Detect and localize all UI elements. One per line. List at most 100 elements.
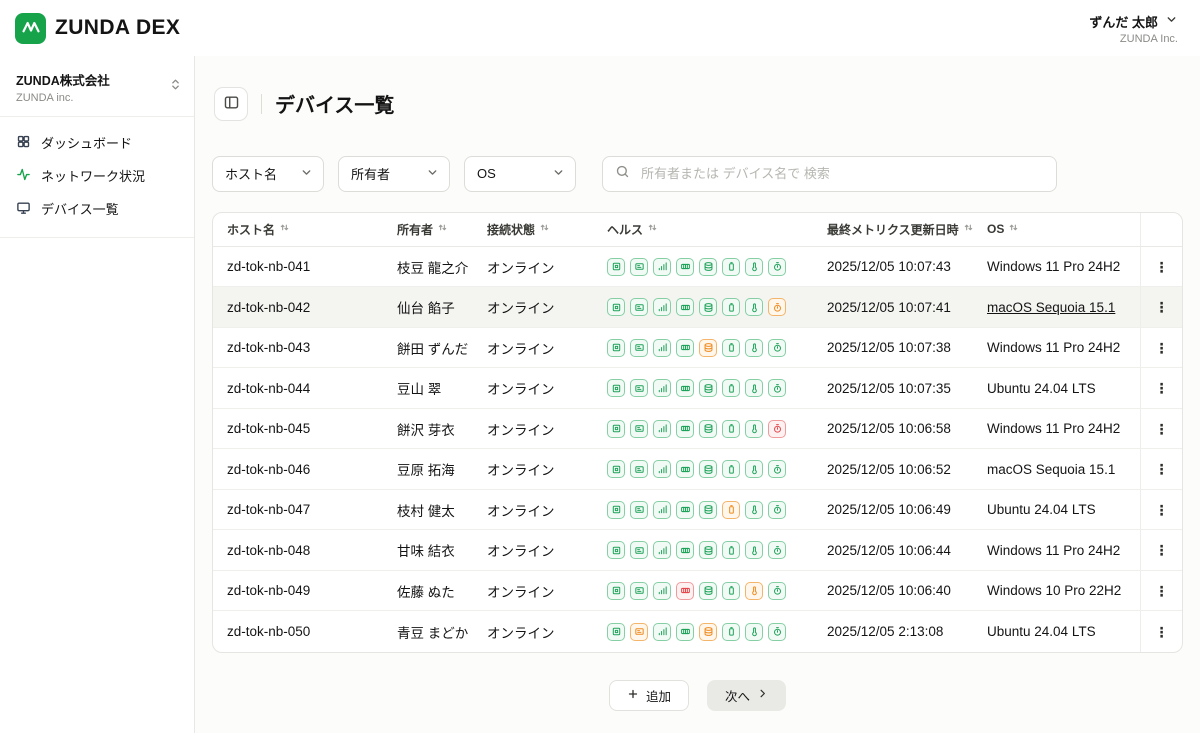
os-cell[interactable]: macOS Sequoia 15.1 xyxy=(987,287,1140,327)
sidebar-item-dashboard[interactable]: ダッシュボード xyxy=(0,126,194,159)
status-cell: オンライン xyxy=(487,490,607,530)
row-menu-button[interactable]: ⋮ xyxy=(1140,530,1182,570)
health-cell xyxy=(607,287,827,327)
dashboard-icon xyxy=(16,137,31,152)
org-switcher[interactable]: ZUNDA株式会社 ZUNDA inc. xyxy=(0,66,194,116)
header-divider xyxy=(261,94,262,114)
column-header[interactable]: ヘルス xyxy=(607,213,827,246)
uptime-health-icon xyxy=(768,541,786,559)
os-cell: Windows 11 Pro 24H2 xyxy=(987,530,1140,570)
sidebar-item-devices[interactable]: デバイス一覧 xyxy=(0,192,194,225)
board-health-icon xyxy=(630,258,648,276)
os-cell: Windows 10 Pro 22H2 xyxy=(987,571,1140,611)
column-header[interactable]: OS xyxy=(987,213,1140,246)
board-health-icon xyxy=(630,298,648,316)
column-header[interactable]: ホスト名 xyxy=(227,213,397,246)
column-header[interactable]: 所有者 xyxy=(397,213,487,246)
row-menu-button[interactable]: ⋮ xyxy=(1140,247,1182,287)
column-header[interactable]: 最終メトリクス更新日時 xyxy=(827,213,987,246)
row-menu-button[interactable]: ⋮ xyxy=(1140,368,1182,408)
battery-health-icon xyxy=(722,460,740,478)
filter-dropdown[interactable]: ホスト名 xyxy=(212,156,324,192)
os-cell: macOS Sequoia 15.1 xyxy=(987,449,1140,489)
memory-health-icon xyxy=(676,623,694,641)
owner-cell: 仙台 餡子 xyxy=(397,287,487,327)
sidebar-toggle-button[interactable] xyxy=(214,87,248,121)
kebab-icon: ⋮ xyxy=(1155,300,1169,314)
health-cell xyxy=(607,328,827,368)
cpu-health-icon xyxy=(607,339,625,357)
uptime-health-icon xyxy=(768,258,786,276)
memory-health-icon xyxy=(676,501,694,519)
thermometer-health-icon xyxy=(745,420,763,438)
updated-cell: 2025/12/05 10:06:40 xyxy=(827,571,987,611)
row-menu-button[interactable]: ⋮ xyxy=(1140,490,1182,530)
user-menu[interactable]: ずんだ 太郎 ZUNDA Inc. xyxy=(1089,12,1178,45)
search-input[interactable] xyxy=(639,165,1044,182)
row-menu-button[interactable]: ⋮ xyxy=(1140,611,1182,652)
updated-cell: 2025/12/05 10:07:38 xyxy=(827,328,987,368)
next-page-button[interactable]: 次へ xyxy=(707,680,786,711)
sidebar-divider xyxy=(0,237,194,238)
host-cell: zd-tok-nb-044 xyxy=(227,368,397,408)
filter-dropdown[interactable]: OS xyxy=(464,156,576,192)
filter-dropdown-label: 所有者 xyxy=(351,164,390,183)
board-health-icon xyxy=(630,379,648,397)
uptime-health-icon xyxy=(768,339,786,357)
cpu-health-icon xyxy=(607,501,625,519)
thermometer-health-icon xyxy=(745,379,763,397)
health-cell xyxy=(607,409,827,449)
row-menu-button[interactable]: ⋮ xyxy=(1140,287,1182,327)
disk-health-icon xyxy=(699,339,717,357)
table-header-row: ホスト名 所有者 接続状態 ヘルス 最終メトリクス更新日時 OS xyxy=(213,213,1182,247)
table-footer: 追加 次へ xyxy=(212,680,1183,711)
health-cell xyxy=(607,490,827,530)
column-header-label: 最終メトリクス更新日時 xyxy=(827,221,959,238)
cpu-health-icon xyxy=(607,623,625,641)
host-cell: zd-tok-nb-045 xyxy=(227,409,397,449)
updated-cell: 2025/12/05 10:07:35 xyxy=(827,368,987,408)
status-cell: オンライン xyxy=(487,287,607,327)
row-menu-button[interactable]: ⋮ xyxy=(1140,409,1182,449)
sidebar: ZUNDA株式会社 ZUNDA inc. ダッシュボード ネットワーク状況 デバ… xyxy=(0,56,195,733)
signal-health-icon xyxy=(653,339,671,357)
filter-dropdown[interactable]: 所有者 xyxy=(338,156,450,192)
disk-health-icon xyxy=(699,379,717,397)
row-menu-button[interactable]: ⋮ xyxy=(1140,328,1182,368)
column-header[interactable]: 接続状態 xyxy=(487,213,607,246)
updated-cell: 2025/12/05 10:07:43 xyxy=(827,247,987,287)
owner-cell: 青豆 まどか xyxy=(397,611,487,652)
chevron-down-icon xyxy=(426,166,439,182)
status-cell: オンライン xyxy=(487,449,607,489)
sort-icon xyxy=(279,222,290,236)
disk-health-icon xyxy=(699,258,717,276)
host-cell: zd-tok-nb-046 xyxy=(227,449,397,489)
actions-column-header xyxy=(1140,213,1182,246)
board-health-icon xyxy=(630,501,648,519)
health-cell xyxy=(607,247,827,287)
sidebar-item-network[interactable]: ネットワーク状況 xyxy=(0,159,194,192)
row-menu-button[interactable]: ⋮ xyxy=(1140,571,1182,611)
cpu-health-icon xyxy=(607,541,625,559)
status-cell: オンライン xyxy=(487,571,607,611)
chevron-down-icon xyxy=(300,166,313,182)
sort-icon xyxy=(1008,222,1019,236)
column-header-label: 所有者 xyxy=(397,221,433,238)
kebab-icon: ⋮ xyxy=(1155,341,1169,355)
device-monitor-icon xyxy=(16,203,31,218)
user-name: ずんだ 太郎 xyxy=(1089,12,1158,31)
thermometer-health-icon xyxy=(745,582,763,600)
table-body: zd-tok-nb-041 枝豆 龍之介 オンライン 2025/12/05 10… xyxy=(213,247,1182,652)
table-row: zd-tok-nb-046 豆原 拓海 オンライン 2025/12/05 10:… xyxy=(213,449,1182,490)
add-device-button[interactable]: 追加 xyxy=(609,680,689,711)
table-row: zd-tok-nb-050 青豆 まどか オンライン 2025/12/05 2:… xyxy=(213,611,1182,652)
memory-health-icon xyxy=(676,339,694,357)
uptime-health-icon xyxy=(768,582,786,600)
user-company: ZUNDA Inc. xyxy=(1120,33,1178,45)
disk-health-icon xyxy=(699,298,717,316)
row-menu-button[interactable]: ⋮ xyxy=(1140,449,1182,489)
os-cell: Windows 11 Pro 24H2 xyxy=(987,247,1140,287)
os-cell: Windows 11 Pro 24H2 xyxy=(987,409,1140,449)
uptime-health-icon xyxy=(768,379,786,397)
page-title: デバイス一覧 xyxy=(275,89,394,118)
